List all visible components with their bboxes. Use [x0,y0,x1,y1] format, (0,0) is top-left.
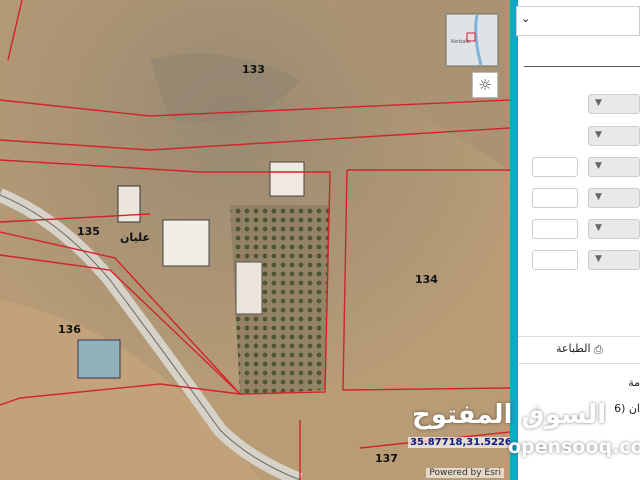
parcel-label-135: 135 [77,225,100,238]
divider [524,66,640,67]
select-4[interactable]: ▼ [588,188,640,208]
parcel-label-133: 133 [242,63,265,76]
opensooq-watermark: السوق المفتوح opensooq.com [412,400,640,466]
input-1[interactable] [532,157,578,177]
parcel-label-134: 134 [415,273,438,286]
parcel-label-136: 136 [58,323,81,336]
panel-dropdown[interactable]: ⌄ [516,6,640,36]
watermark-arabic: السوق المفتوح [412,400,607,430]
parcel-label-137: 137 [375,452,398,465]
select-5[interactable]: ▼ [588,219,640,239]
chevron-down-icon: ▼ [595,192,602,202]
esri-attribution: Powered by Esri [426,468,504,478]
print-row: الطباعة ⎙ [518,336,640,364]
chevron-down-icon: ▼ [595,98,602,108]
chevron-down-icon: ▼ [595,223,602,233]
overview-minimap[interactable]: Kerbala [446,14,498,66]
select-3[interactable]: ▼ [588,157,640,177]
minimap-label: Kerbala [451,39,470,45]
panel-text-1: مة [628,376,640,389]
select-2[interactable]: ▼ [588,126,640,146]
chevron-down-icon: ⌄ [521,12,531,25]
locate-button[interactable]: ☼ [472,72,498,98]
printer-icon[interactable]: ⎙ [594,343,603,357]
input-3[interactable] [532,219,578,239]
select-1[interactable]: ▼ [588,94,640,114]
input-4[interactable] [532,250,578,270]
locate-icon: ☼ [478,76,492,94]
print-button[interactable]: الطباعة [556,342,591,355]
watermark-latin: opensooq.com [508,436,640,458]
input-2[interactable] [532,188,578,208]
chevron-down-icon: ▼ [595,254,602,264]
chevron-down-icon: ▼ [595,130,602,140]
select-6[interactable]: ▼ [588,250,640,270]
chevron-down-icon: ▼ [595,161,602,171]
place-label: عليان [120,231,151,244]
